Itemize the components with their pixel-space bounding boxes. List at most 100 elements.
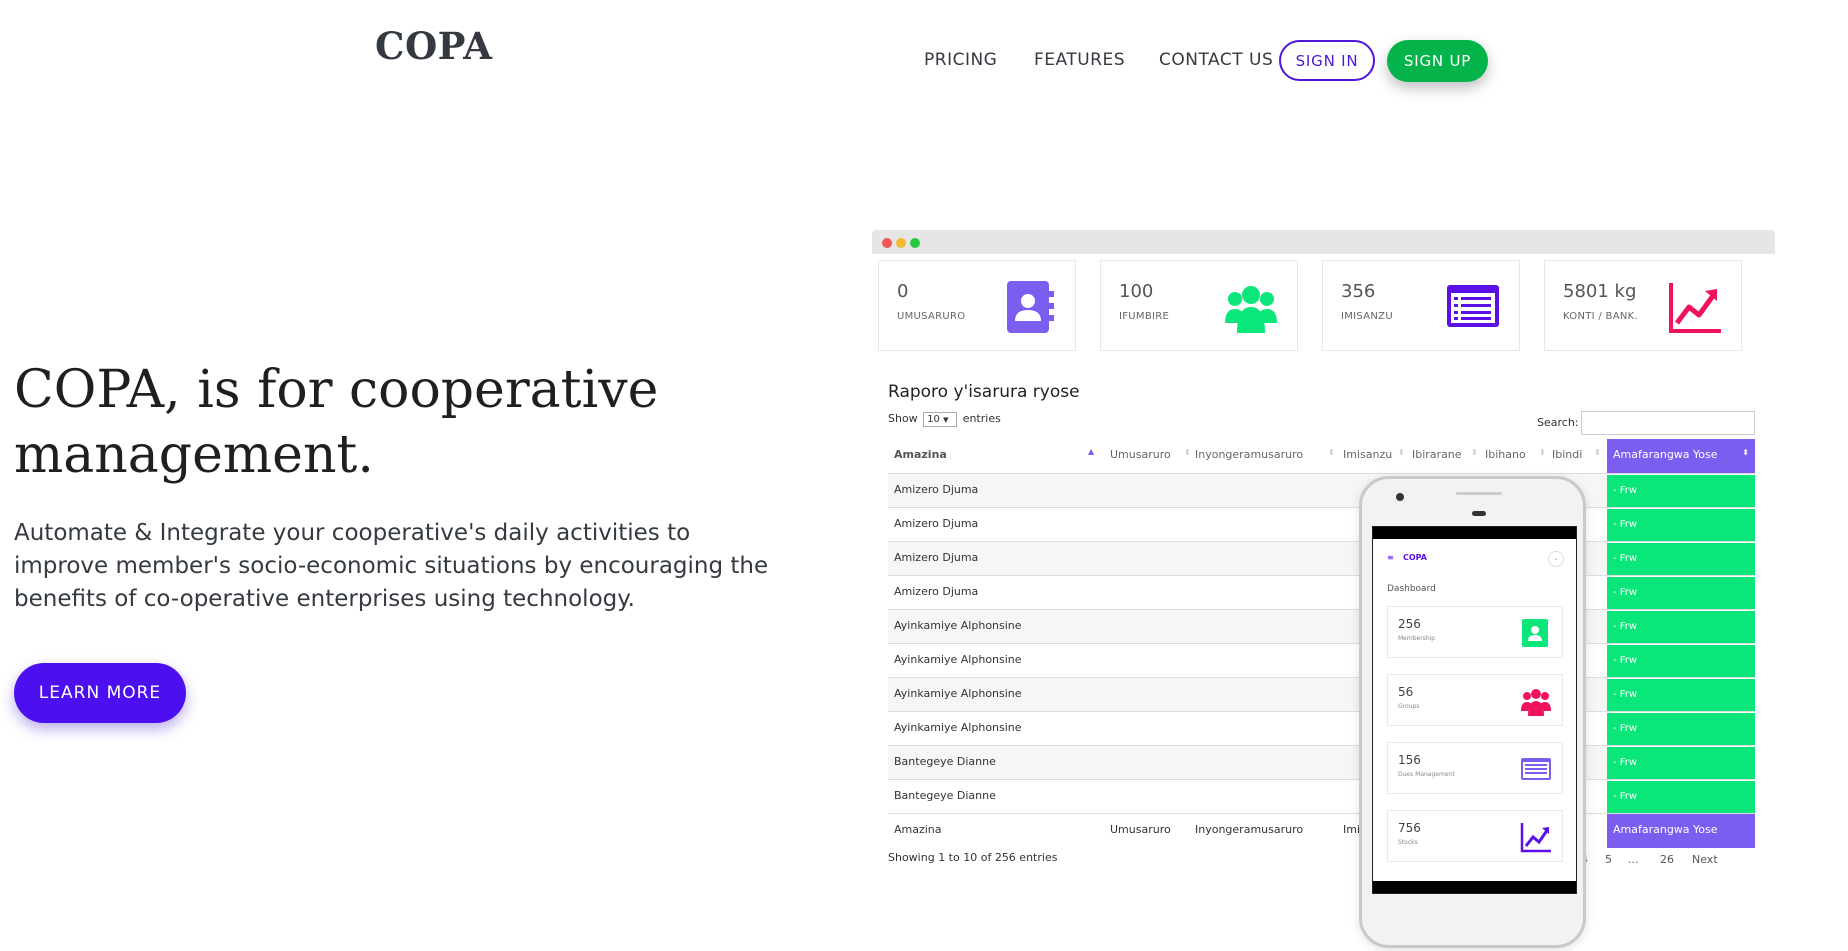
col-umusaruro[interactable]: Umusaruro bbox=[1110, 448, 1171, 461]
contact-book-icon bbox=[1522, 619, 1548, 647]
col-ibihano[interactable]: Ibihano bbox=[1485, 448, 1526, 461]
sign-up-button[interactable]: SIGN UP bbox=[1387, 40, 1488, 82]
sort-icon: ⬍ bbox=[1184, 448, 1191, 457]
footer-amazina: Amazina bbox=[894, 823, 942, 836]
hero-subtitle: Automate & Integrate your cooperative's … bbox=[14, 520, 769, 612]
stat-value: 0 bbox=[897, 281, 909, 302]
card-label: Stocks bbox=[1398, 839, 1418, 846]
stat-card-imisanzu: 356 IMISANZU bbox=[1322, 260, 1520, 351]
search-label: Search: bbox=[1537, 416, 1579, 429]
stat-card-konti: 5801 kg KONTI / BANK. bbox=[1544, 260, 1742, 351]
page-26-link[interactable]: 26 bbox=[1660, 853, 1674, 866]
table-row[interactable]: Ayinkamiye Alphonsine - Frw bbox=[888, 643, 1755, 678]
page-size-control: Show 10 ▼ entries bbox=[888, 412, 1001, 427]
footer-umusaruro: Umusaruro bbox=[1110, 823, 1171, 836]
cell-amount: - Frw bbox=[1607, 508, 1755, 542]
contact-book-icon bbox=[1007, 281, 1054, 333]
col-amafarangwa-yose[interactable]: Amafarangwa Yose ⬍ bbox=[1607, 439, 1755, 473]
cell-name: Amizero Djuma bbox=[894, 551, 979, 564]
pagination-ellipsis: ... bbox=[1628, 853, 1639, 866]
search-input[interactable] bbox=[1581, 411, 1755, 435]
hero-title: COPA, is for cooperative management. bbox=[14, 360, 659, 485]
main-nav: PRICING FEATURES CONTACT US bbox=[0, 38, 1848, 86]
col-inyongeramusaruro[interactable]: Inyongeramusaruro bbox=[1195, 448, 1303, 461]
cell-amount: - Frw bbox=[1607, 610, 1755, 644]
page-size-select[interactable]: 10 ▼ bbox=[923, 412, 958, 427]
sort-icon: ⬍ bbox=[1742, 448, 1749, 457]
list-icon bbox=[1521, 758, 1551, 780]
cell-name: Amizero Djuma bbox=[894, 585, 979, 598]
learn-more-button[interactable]: LEARN MORE bbox=[14, 663, 186, 723]
cell-name: Ayinkamiye Alphonsine bbox=[894, 619, 1022, 632]
nav-contact-us[interactable]: CONTACT US bbox=[1159, 50, 1273, 70]
sort-icon: ⬍ bbox=[1539, 448, 1546, 457]
window-minimize-dot bbox=[896, 238, 906, 248]
cell-name: Bantegeye Dianne bbox=[894, 789, 996, 802]
card-value: 256 bbox=[1398, 617, 1421, 631]
stat-label: IFUMBIRE bbox=[1119, 311, 1170, 322]
sort-icon: ⬍ bbox=[1594, 448, 1601, 457]
window-maximize-dot bbox=[910, 238, 920, 248]
card-label: Groups bbox=[1398, 703, 1420, 710]
user-menu-icon[interactable]: ⌄ bbox=[1548, 551, 1564, 567]
footer-inyongeramusaruro: Inyongeramusaruro bbox=[1195, 823, 1304, 836]
sort-icon: ⬍ bbox=[1471, 448, 1478, 457]
table-row[interactable]: Bantegeye Dianne - Frw bbox=[888, 779, 1755, 814]
status-bar bbox=[1373, 527, 1576, 539]
phone-bottom-bar bbox=[1373, 881, 1576, 893]
stat-label: UMUSARURO bbox=[897, 311, 966, 322]
table-row[interactable]: Amizero Djuma - Frw bbox=[888, 575, 1755, 610]
trend-up-icon bbox=[1669, 283, 1721, 333]
cell-amount: - Frw bbox=[1607, 678, 1755, 712]
table-row[interactable]: Amizero Djuma - Frw bbox=[888, 473, 1755, 508]
sort-asc-icon: ▲ bbox=[1088, 447, 1095, 456]
table-row[interactable]: Ayinkamiye Alphonsine - Frw bbox=[888, 711, 1755, 746]
window-close-dot bbox=[882, 238, 892, 248]
stat-card-ifumbire: 100 IFUMBIRE bbox=[1100, 260, 1298, 351]
phone-heading: Dashboard bbox=[1387, 584, 1436, 594]
phone-earpiece bbox=[1472, 511, 1486, 516]
table-header-row: Amazina ▲ Umusaruro ⬍ Inyongeramusaruro … bbox=[888, 439, 1755, 473]
phone-preview: ≡ COPA ⌄ Dashboard 256 Membership 56 Gro… bbox=[1359, 476, 1586, 948]
trend-up-icon bbox=[1520, 823, 1551, 853]
col-imisanzu[interactable]: Imisanzu bbox=[1343, 448, 1392, 461]
hamburger-icon[interactable]: ≡ bbox=[1387, 553, 1394, 562]
show-label: Show bbox=[888, 412, 918, 425]
card-label: Dues Management bbox=[1398, 771, 1455, 778]
showing-info: Showing 1 to 10 of 256 entries bbox=[888, 851, 1058, 864]
cell-name: Ayinkamiye Alphonsine bbox=[894, 653, 1022, 666]
entries-label: entries bbox=[962, 412, 1001, 425]
report-title: Raporo y'isarura ryose bbox=[888, 382, 1080, 402]
stat-card-umusaruro: 0 UMUSARURO bbox=[878, 260, 1076, 351]
phone-speaker bbox=[1456, 492, 1502, 495]
table-row[interactable]: Ayinkamiye Alphonsine - Frw bbox=[888, 609, 1755, 644]
nav-features[interactable]: FEATURES bbox=[1034, 50, 1125, 70]
col-ibindi[interactable]: Ibindi bbox=[1552, 448, 1582, 461]
nav-pricing[interactable]: PRICING bbox=[924, 50, 997, 70]
sort-icon: ⬍ bbox=[1328, 448, 1335, 457]
next-page-link[interactable]: Next bbox=[1692, 853, 1718, 866]
sign-in-button[interactable]: SIGN IN bbox=[1279, 40, 1375, 81]
phone-screen: ≡ COPA ⌄ Dashboard 256 Membership 56 Gro… bbox=[1372, 526, 1577, 894]
table-row[interactable]: Ayinkamiye Alphonsine - Frw bbox=[888, 677, 1755, 712]
page-size-value: 10 bbox=[927, 414, 940, 425]
cell-name: Bantegeye Dianne bbox=[894, 755, 996, 768]
page-5-link[interactable]: 5 bbox=[1605, 853, 1612, 866]
cell-name: Ayinkamiye Alphonsine bbox=[894, 721, 1022, 734]
col-ibirarane[interactable]: Ibirarane bbox=[1412, 448, 1462, 461]
col-amazina[interactable]: Amazina bbox=[894, 448, 947, 461]
table-row[interactable]: Bantegeye Dianne - Frw bbox=[888, 745, 1755, 780]
cell-amount: - Frw bbox=[1607, 746, 1755, 780]
stat-label: KONTI / BANK. bbox=[1563, 311, 1638, 322]
cell-amount: - Frw bbox=[1607, 474, 1755, 508]
card-value: 56 bbox=[1398, 685, 1414, 699]
cell-amount: - Frw bbox=[1607, 542, 1755, 576]
cell-amount: - Frw bbox=[1607, 712, 1755, 746]
table-row[interactable]: Amizero Djuma - Frw bbox=[888, 541, 1755, 576]
card-value: 156 bbox=[1398, 753, 1421, 767]
list-icon bbox=[1447, 285, 1499, 327]
phone-card-dues: 156 Dues Management bbox=[1387, 742, 1563, 794]
stat-label: IMISANZU bbox=[1341, 311, 1393, 322]
phone-brand: COPA bbox=[1403, 553, 1427, 562]
table-row[interactable]: Amizero Djuma - Frw bbox=[888, 507, 1755, 542]
